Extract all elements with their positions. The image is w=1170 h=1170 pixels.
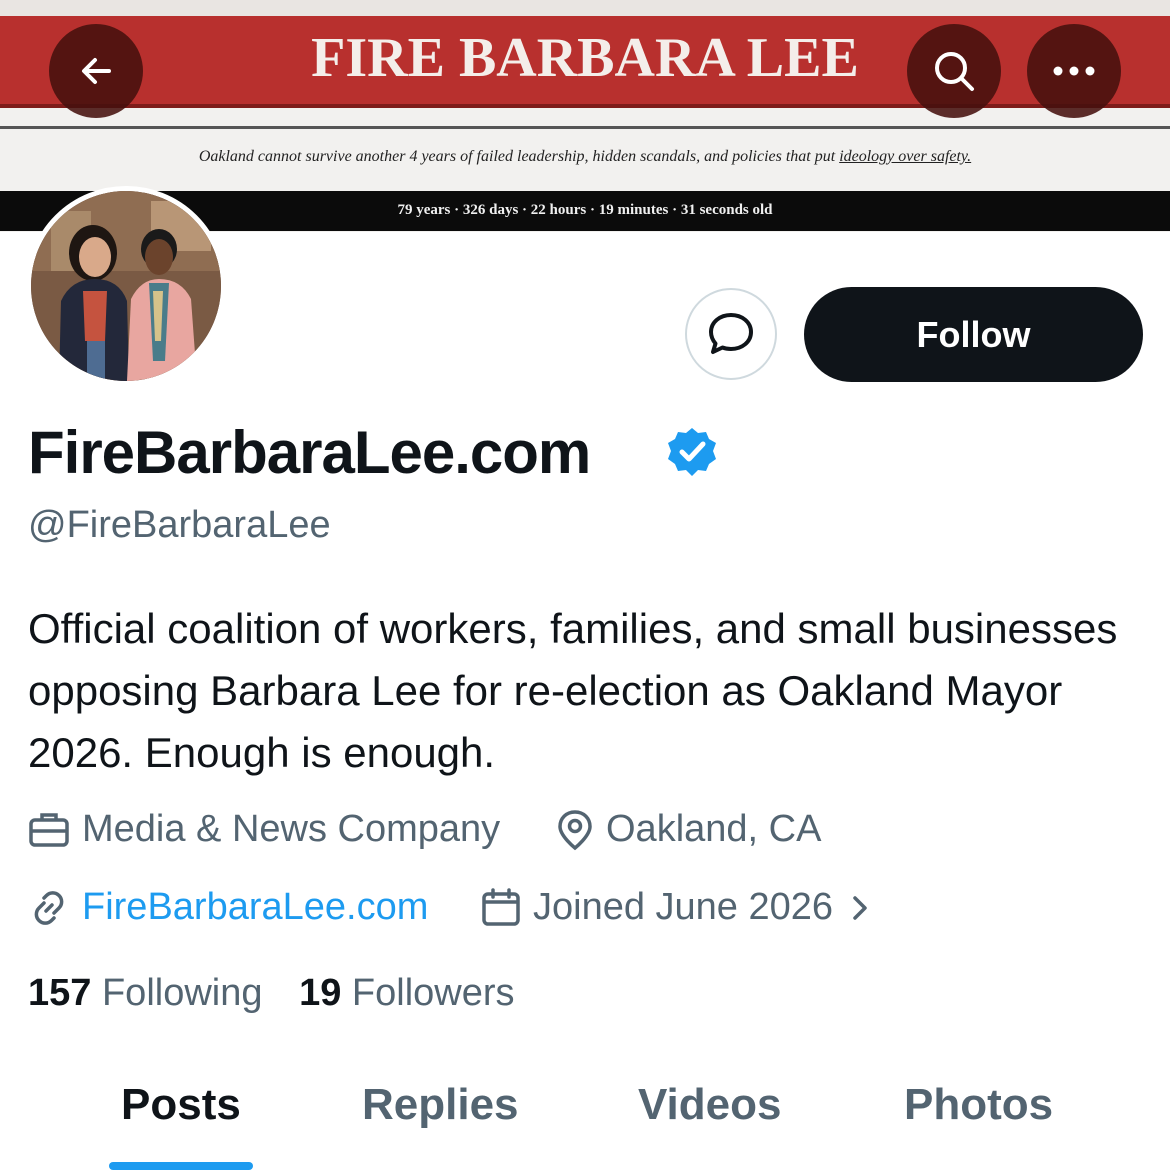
- location-label: Oakland, CA: [606, 808, 822, 850]
- search-button[interactable]: [907, 24, 1001, 118]
- following-stat[interactable]: 157 Following: [28, 972, 263, 1014]
- joined-label: Joined June 2026: [533, 886, 834, 928]
- search-icon: [935, 52, 974, 91]
- followers-count: 19: [299, 972, 342, 1014]
- tab-videos[interactable]: Videos: [638, 1080, 781, 1130]
- message-bubble-icon: [709, 313, 753, 354]
- calendar-icon: [482, 887, 520, 926]
- banner-top-strip: [0, 0, 1170, 16]
- following-label: Following: [101, 972, 263, 1014]
- website-link[interactable]: FireBarbaraLee.com: [82, 886, 428, 929]
- banner-tagline: Oakland cannot survive another 4 years o…: [0, 148, 1170, 166]
- follow-stats: 157 Following 19 Followers: [28, 972, 515, 1015]
- banner-tagline-text: Oakland cannot survive another 4 years o…: [198, 148, 840, 165]
- profile-website[interactable]: FireBarbaraLee.com: [28, 886, 428, 929]
- link-icon: [34, 890, 64, 925]
- active-tab-indicator: [109, 1162, 253, 1170]
- profile-joined[interactable]: Joined June 2026: [481, 886, 873, 929]
- briefcase-icon: [29, 812, 69, 847]
- handle: @FireBarbaraLee: [28, 504, 331, 546]
- more-button[interactable]: [1027, 24, 1121, 118]
- followers-label: Followers: [351, 972, 515, 1014]
- arrow-left-icon: [82, 58, 111, 84]
- more-horizontal-icon: [1053, 66, 1095, 76]
- message-button[interactable]: [685, 288, 777, 380]
- following-count: 157: [28, 972, 92, 1014]
- verified-badge-icon[interactable]: [666, 426, 718, 478]
- tab-photos[interactable]: Photos: [904, 1080, 1053, 1130]
- avatar-photo: [31, 191, 221, 381]
- profile-category: Media & News Company: [28, 808, 500, 851]
- profile-bio: Official coalition of workers, families,…: [28, 605, 1118, 776]
- follow-button[interactable]: Follow: [804, 287, 1143, 382]
- category-label: Media & News Company: [82, 808, 501, 850]
- tab-posts[interactable]: Posts: [121, 1080, 241, 1130]
- banner-tagline-underlined: ideology over safety.: [839, 148, 972, 165]
- profile-banner[interactable]: FIRE BARBARA LEE Oakland cannot survive …: [0, 0, 1170, 232]
- followers-stat[interactable]: 19 Followers: [299, 972, 514, 1014]
- chevron-right-icon: [853, 895, 867, 920]
- profile-location: Oakland, CA: [556, 808, 821, 851]
- display-name: FireBarbaraLee.com: [28, 419, 591, 486]
- location-pin-icon: [558, 809, 592, 850]
- banner-rule: [0, 126, 1170, 129]
- avatar[interactable]: [26, 186, 226, 386]
- tab-replies[interactable]: Replies: [362, 1080, 519, 1130]
- back-button[interactable]: [49, 24, 143, 118]
